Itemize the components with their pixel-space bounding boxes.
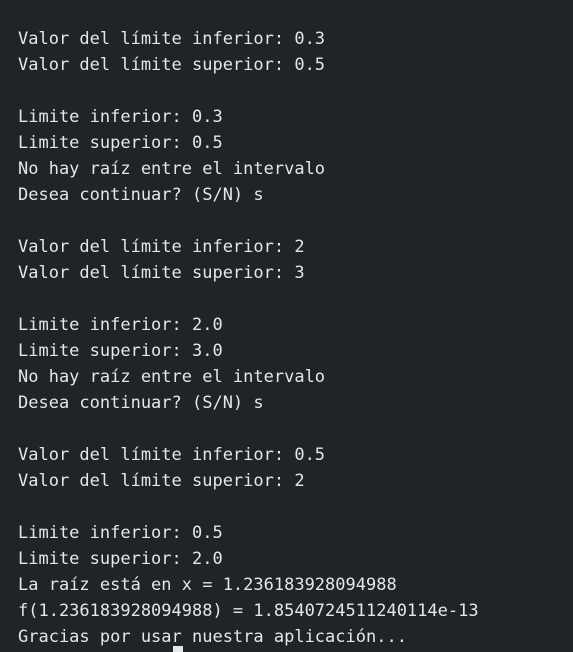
terminal-line: Limite superior: 0.5 [18,133,223,153]
terminal-line: Desea continuar? (S/N) s [18,393,264,413]
terminal-line: No hay raíz entre el intervalo [18,159,326,179]
terminal-line: Valor del límite superior: 3 [18,263,305,283]
terminal-line: Limite inferior: 2.0 [18,315,223,335]
terminal-line: Desea continuar? (S/N) s [18,185,264,205]
terminal-line: Valor del límite superior: 2 [18,471,305,491]
terminal-line: f(1.236183928094988) = 1.854072451124011… [18,601,479,621]
terminal-line: Gracias por usar nuestra aplicación... [18,627,407,647]
terminal-line: Limite superior: 3.0 [18,341,223,361]
terminal-line: Limite inferior: 0.3 [18,107,223,127]
terminal-line: Valor del límite inferior: 2 [18,237,305,257]
text-cursor [173,646,183,652]
terminal-output[interactable]: Valor del límite inferior: 0.3 Valor del… [0,0,573,652]
terminal-line: Valor del límite inferior: 0.5 [18,445,326,465]
terminal-line: La raíz está en x = 1.236183928094988 [18,575,397,595]
terminal-line: Valor del límite superior: 0.5 [18,55,326,75]
terminal-line: Limite superior: 2.0 [18,549,223,569]
terminal-line: No hay raíz entre el intervalo [18,367,326,387]
terminal-line: Valor del límite inferior: 0.3 [18,29,326,49]
terminal-line: Limite inferior: 0.5 [18,523,223,543]
